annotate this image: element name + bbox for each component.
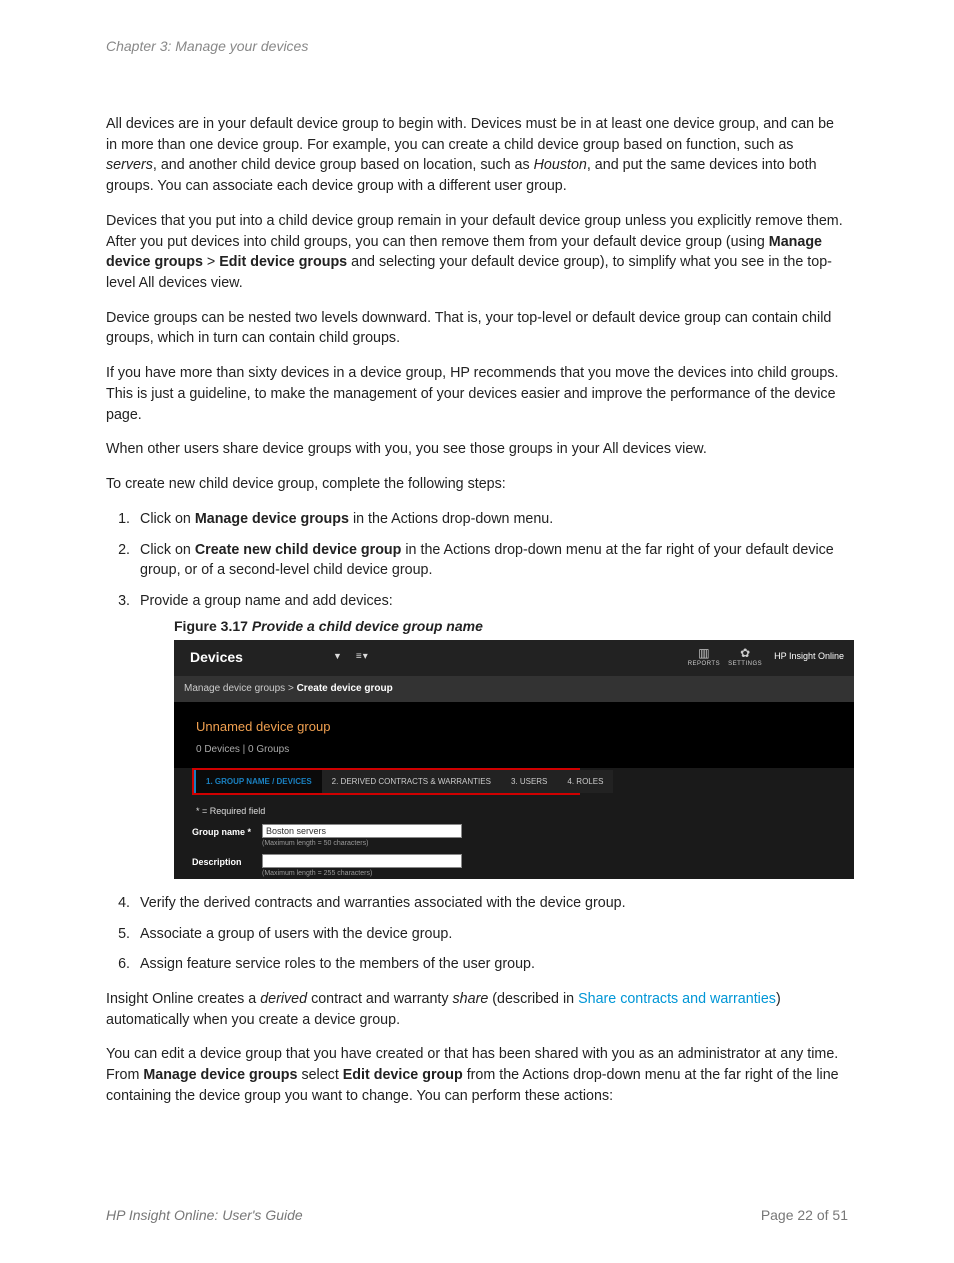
tab-derived-contracts[interactable]: 2. DERIVED CONTRACTS & WARRANTIES (322, 770, 501, 794)
settings-label: SETTINGS (728, 661, 762, 667)
header-dropdown[interactable]: ▼ ≡▾ (333, 650, 369, 665)
paragraph: Device groups can be nested two levels d… (106, 308, 848, 349)
paragraph: Devices that you put into a child device… (106, 211, 848, 294)
text: Insight Online creates a (106, 991, 260, 1007)
breadcrumb-current: Create device group (297, 683, 393, 694)
step-item: Verify the derived contracts and warrant… (134, 893, 848, 914)
text: (described in (488, 991, 578, 1007)
figure-title: Provide a child device group name (252, 618, 483, 634)
text-bold: Edit device group (343, 1067, 463, 1083)
text: in the Actions drop-down menu. (349, 511, 553, 527)
reports-button[interactable]: ▥ REPORTS (688, 647, 720, 667)
text: > (203, 254, 219, 270)
settings-button[interactable]: ✿ SETTINGS (728, 647, 762, 667)
dropdown-caret-icon: ▼ (333, 650, 342, 663)
text: , and another child device group based o… (153, 157, 534, 173)
step-item: Associate a group of users with the devi… (134, 924, 848, 945)
step-item: Click on Manage device groups in the Act… (134, 509, 848, 530)
tab-users[interactable]: 3. USERS (501, 770, 557, 794)
figure-screenshot: Devices ▼ ≡▾ ▥ REPORTS ✿ SETTINGS (174, 640, 854, 879)
reports-label: REPORTS (688, 661, 720, 667)
paragraph: When other users share device groups wit… (106, 439, 848, 460)
text-bold: Manage device groups (143, 1067, 297, 1083)
gear-icon: ✿ (740, 647, 750, 659)
step-item: Provide a group name and add devices: Fi… (134, 591, 848, 879)
description-input[interactable] (262, 854, 462, 868)
wizard-tabs: 1. GROUP NAME / DEVICES 2. DERIVED CONTR… (192, 768, 580, 796)
text: Click on (140, 542, 195, 558)
text-italic: servers (106, 157, 153, 173)
figure-caption: Figure 3.17 Provide a child device group… (174, 616, 848, 636)
paragraph: To create new child device group, comple… (106, 474, 848, 495)
share-contracts-link[interactable]: Share contracts and warranties (578, 991, 776, 1007)
text-italic: Houston (534, 157, 587, 173)
step-item: Click on Create new child device group i… (134, 540, 848, 581)
footer-page-number: Page 22 of 51 (761, 1207, 848, 1223)
description-hint: (Maximum length = 255 characters) (262, 869, 462, 879)
header-title: Devices (190, 647, 243, 667)
text-italic: derived (260, 991, 307, 1007)
reports-icon: ▥ (698, 647, 709, 659)
text-bold: Manage device groups (195, 511, 349, 527)
footer-doc-title: HP Insight Online: User's Guide (106, 1207, 303, 1223)
text: All devices are in your default device g… (106, 116, 834, 153)
chapter-heading: Chapter 3: Manage your devices (106, 38, 848, 54)
app-header: Devices ▼ ≡▾ ▥ REPORTS ✿ SETTINGS (174, 640, 854, 676)
page-footer: HP Insight Online: User's Guide Page 22 … (106, 1207, 848, 1223)
group-counts: 0 Devices | 0 Groups (196, 743, 836, 758)
figure-number: Figure 3.17 (174, 618, 248, 634)
breadcrumb: Manage device groups > Create device gro… (174, 676, 854, 703)
tab-roles[interactable]: 4. ROLES (557, 770, 613, 794)
text-bold: Create new child device group (195, 542, 402, 558)
text: Click on (140, 511, 195, 527)
menu-list-icon: ≡▾ (356, 650, 369, 665)
groupname-input[interactable] (262, 824, 462, 838)
groupname-label: Group name * (192, 824, 262, 839)
text: contract and warranty (307, 991, 452, 1007)
text: select (297, 1067, 342, 1083)
breadcrumb-parent[interactable]: Manage device groups > (184, 683, 297, 694)
groupname-hint: (Maximum length = 50 characters) (262, 839, 462, 849)
brand-label: HP Insight Online (774, 650, 844, 663)
required-note: * = Required field (196, 805, 836, 818)
text-italic: share (453, 991, 489, 1007)
step-item: Assign feature service roles to the memb… (134, 954, 848, 975)
tab-group-name-devices[interactable]: 1. GROUP NAME / DEVICES (194, 770, 322, 794)
text: Provide a group name and add devices: (140, 593, 393, 609)
description-label: Description (192, 854, 262, 869)
paragraph: You can edit a device group that you hav… (106, 1044, 848, 1106)
paragraph: All devices are in your default device g… (106, 114, 848, 197)
paragraph: If you have more than sixty devices in a… (106, 363, 848, 425)
paragraph: Insight Online creates a derived contrac… (106, 989, 848, 1030)
text-bold: Edit device groups (219, 254, 347, 270)
text: Devices that you put into a child device… (106, 213, 843, 250)
group-title: Unnamed device group (196, 718, 836, 737)
